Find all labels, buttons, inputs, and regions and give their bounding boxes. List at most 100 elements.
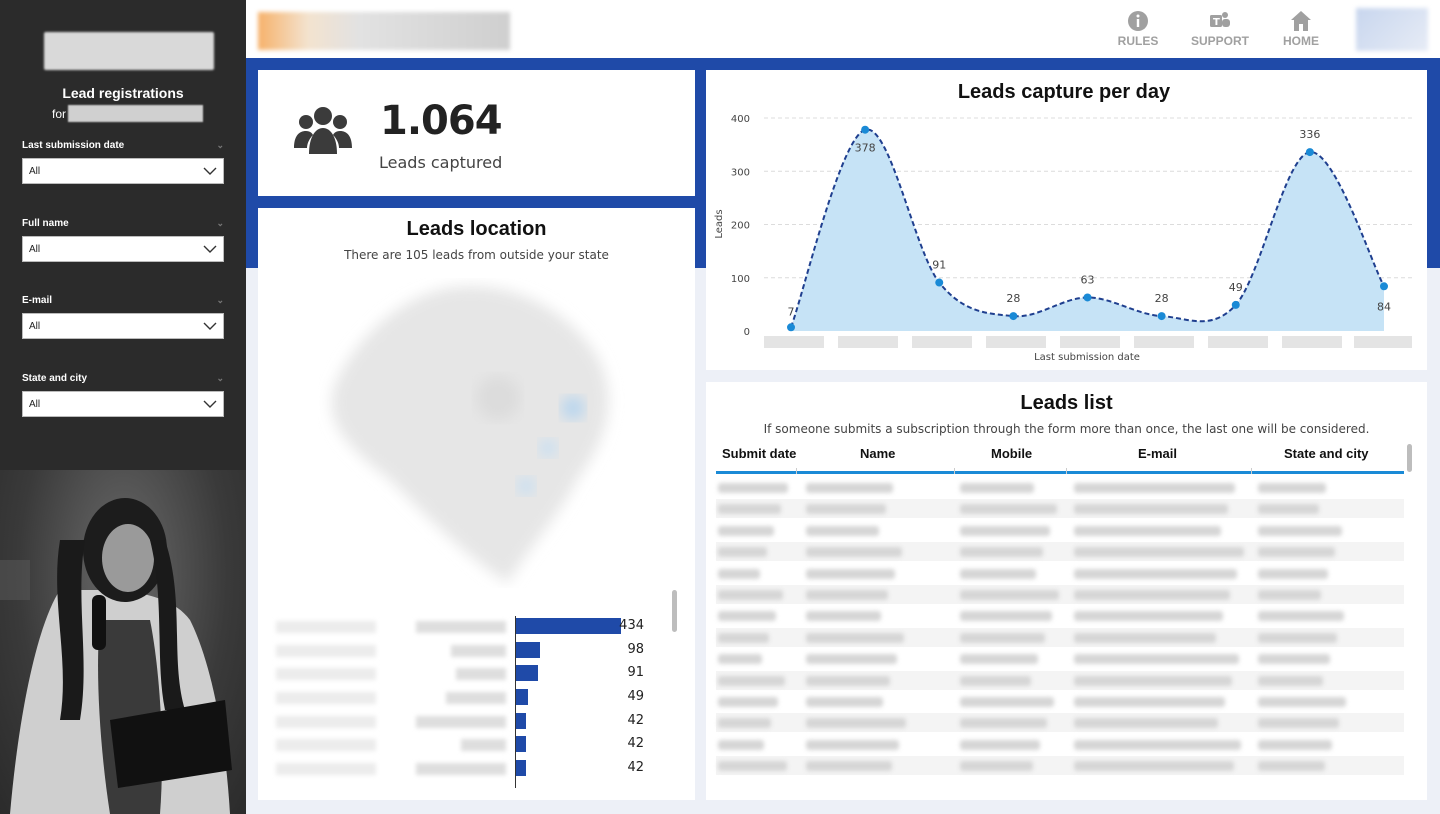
data-label: 378 [855,142,876,155]
redacted-cell [1258,675,1323,686]
location-scrollbar[interactable] [672,590,677,632]
redacted-cell [806,525,879,536]
filter-value: All [29,165,41,177]
redacted-cell [806,547,902,558]
data-point[interactable] [1009,312,1018,321]
table-row[interactable] [716,670,1404,690]
redacted-cell [1074,761,1234,772]
leads-per-day-chart-card: Leads capture per day Leads Last submiss… [706,70,1427,370]
bar [516,689,528,705]
chevron-down-icon [203,400,217,408]
bar-row: 42 [276,734,676,754]
redacted-cell [718,611,776,622]
data-point[interactable] [1157,312,1166,321]
table-row[interactable] [716,627,1404,647]
redacted-cell [1074,675,1232,686]
bar [516,642,540,658]
nav-label: HOME [1283,34,1319,48]
column-header-email[interactable]: E-mail [1138,446,1177,461]
filter-dropdown[interactable]: All [22,313,224,339]
chevron-down-icon[interactable]: ⌄ [216,295,224,306]
bar-value: 434 [619,618,644,633]
data-label: 28 [1006,292,1020,305]
filter-label: Full name [22,217,69,229]
redacted-cell [718,654,762,665]
table-row[interactable] [716,542,1404,562]
data-point[interactable] [1231,300,1240,309]
report-title: Lead registrations [62,85,184,101]
chevron-down-icon[interactable]: ⌄ [216,218,224,229]
table-row[interactable] [716,649,1404,668]
data-point[interactable] [935,278,944,287]
data-label: 28 [1155,292,1169,305]
filter-label: State and city [22,372,88,384]
x-tick-label-redacted [838,336,898,348]
leads-list-scrollbar[interactable] [1407,444,1412,472]
table-row[interactable] [716,713,1404,733]
column-header-mobile[interactable]: Mobile [991,446,1032,461]
redacted-cell [1074,547,1244,558]
table-row[interactable] [716,499,1404,519]
chevron-down-icon[interactable]: ⌄ [216,140,224,151]
filter-dropdown[interactable]: All [22,391,224,417]
y-tick-label: 300 [731,167,750,178]
table-row[interactable] [716,756,1404,776]
bar-row: 91 [276,663,676,683]
redacted-cell [806,611,881,622]
filter-value: All [29,398,41,410]
redacted-cell [718,504,781,515]
filter-label: E-mail [22,294,53,306]
location-card: Leads location There are 105 leads from … [258,208,695,800]
redacted-cell [1074,483,1235,493]
chart-title: Leads capture per day [958,81,1171,103]
redacted-client-name [68,105,204,122]
table-row[interactable] [716,478,1404,497]
redacted-cell [960,483,1034,493]
leads-per-day-chart: Leads capture per day Leads Last submiss… [714,81,1412,363]
column-header-name[interactable]: Name [860,446,895,461]
user-avatar[interactable] [1356,8,1428,51]
table-row[interactable] [716,735,1404,754]
redacted-cell [718,761,787,772]
nav-home-button[interactable]: HOME [1271,10,1331,48]
filter-dropdown[interactable]: All [22,236,224,262]
nav-support-button[interactable]: T SUPPORT [1190,10,1250,48]
speaker-silhouette [0,498,232,814]
chevron-down-icon[interactable]: ⌄ [216,373,224,384]
redacted-cell [1074,718,1218,729]
filter-full-name: Full name ⌄ All [22,216,224,262]
redacted-cell [1074,525,1221,536]
redacted-cell [806,504,886,515]
redacted-cell [960,504,1057,515]
leads-table-header: Submit date Name Mobile E-mail State and… [716,442,1404,474]
redacted-cell [1258,525,1342,536]
filter-email: E-mail ⌄ All [22,293,224,339]
redacted-cell [960,632,1045,643]
data-label: 91 [932,259,946,272]
redacted-cell [806,632,904,643]
column-header-submit-date[interactable]: Submit date [722,446,796,461]
leads-list-title: Leads list [1020,392,1113,414]
table-row[interactable] [716,585,1404,604]
data-point[interactable] [787,323,795,332]
redacted-cell [806,654,897,665]
table-row[interactable] [716,564,1404,583]
column-header-state-and-city[interactable]: State and city [1284,446,1369,461]
leads-table-body [716,478,1404,778]
data-point[interactable] [1380,282,1388,291]
table-row[interactable] [716,521,1404,540]
bar [516,665,538,681]
redacted-cell [806,483,893,493]
data-point[interactable] [861,125,870,134]
x-axis-label: Last submission date [1034,352,1140,363]
data-point[interactable] [1083,293,1092,302]
redacted-cell [1074,504,1228,515]
table-row[interactable] [716,606,1404,625]
data-point[interactable] [1305,148,1314,157]
table-row[interactable] [716,692,1404,711]
nav-rules-button[interactable]: RULES [1108,10,1168,48]
nav-label: RULES [1117,34,1159,48]
filter-dropdown[interactable]: All [22,158,224,184]
x-tick-label-redacted [986,336,1046,348]
x-tick-label-redacted [1208,336,1268,348]
